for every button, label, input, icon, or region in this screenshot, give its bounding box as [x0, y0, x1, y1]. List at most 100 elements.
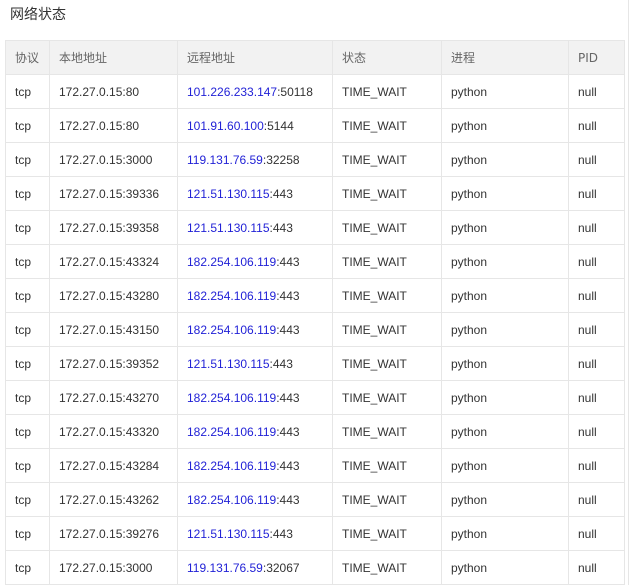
cell-state: TIME_WAIT: [332, 448, 442, 483]
cell-local-address: 172.27.0.15:43320: [49, 414, 178, 449]
remote-ip: 121.51.130.115: [187, 220, 270, 235]
cell-remote-address: 182.254.106.119:443: [177, 482, 333, 517]
cell-state: TIME_WAIT: [332, 210, 442, 245]
remote-ip: 119.131.76.59: [187, 152, 263, 167]
cell-pid: null: [568, 448, 625, 483]
cell-remote-address: 182.254.106.119:443: [177, 448, 333, 483]
cell-state: TIME_WAIT: [332, 176, 442, 211]
cell-state: TIME_WAIT: [332, 380, 442, 415]
cell-remote-address: 182.254.106.119:443: [177, 414, 333, 449]
remote-port: :443: [269, 186, 293, 201]
table-header-row: 协议 本地地址 远程地址 状态 进程 PID: [5, 40, 625, 75]
cell-pid: null: [568, 346, 625, 381]
table-row: tcp 172.27.0.15:3000 119.131.76.59:32067 TI…: [5, 550, 625, 585]
cell-state: TIME_WAIT: [332, 482, 442, 517]
remote-port: :443: [276, 458, 300, 473]
cell-state: TIME_WAIT: [332, 414, 442, 449]
cell-local-address: 172.27.0.15:43284: [49, 448, 178, 483]
cell-process: python: [441, 346, 569, 381]
table-row: tcp 172.27.0.15:43284 182.254.106.119:443 T…: [5, 448, 625, 483]
cell-local-address: 172.27.0.15:80: [49, 108, 178, 143]
cell-local-address: 172.27.0.15:3000: [49, 142, 178, 177]
column-header-pid: PID: [568, 40, 625, 75]
column-header-remote-address: 远程地址: [177, 40, 333, 75]
remote-ip: 182.254.106.119: [187, 492, 277, 507]
remote-port: :443: [276, 322, 300, 337]
table-row: tcp 172.27.0.15:80 101.91.60.100:5144 TIME_…: [5, 108, 625, 143]
cell-process: python: [441, 482, 569, 517]
cell-protocol: tcp: [5, 516, 50, 551]
cell-pid: null: [568, 516, 625, 551]
cell-process: python: [441, 142, 569, 177]
panel-title: 网络状态: [10, 7, 66, 23]
cell-process: python: [441, 516, 569, 551]
cell-state: TIME_WAIT: [332, 550, 442, 585]
cell-protocol: tcp: [5, 346, 50, 381]
remote-port: :443: [276, 254, 300, 269]
remote-port: :5144: [263, 118, 294, 133]
cell-pid: null: [568, 210, 625, 245]
cell-remote-address: 121.51.130.115:443: [177, 176, 333, 211]
table-row: tcp 172.27.0.15:39276 121.51.130.115:443 TI…: [5, 516, 625, 551]
cell-remote-address: 101.226.233.147:50118: [177, 74, 333, 109]
cell-process: python: [441, 210, 569, 245]
cell-process: python: [441, 244, 569, 279]
table-body: tcp 172.27.0.15:80 101.226.233.147:50118 TI…: [5, 74, 625, 585]
cell-pid: null: [568, 550, 625, 585]
cell-local-address: 172.27.0.15:3000: [49, 550, 178, 585]
cell-remote-address: 121.51.130.115:443: [177, 346, 333, 381]
cell-state: TIME_WAIT: [332, 108, 442, 143]
cell-local-address: 172.27.0.15:43280: [49, 278, 178, 313]
cell-protocol: tcp: [5, 210, 50, 245]
cell-protocol: tcp: [5, 278, 50, 313]
cell-protocol: tcp: [5, 380, 50, 415]
remote-ip: 182.254.106.119: [187, 390, 277, 405]
table-row: tcp 172.27.0.15:43280 182.254.106.119:443 T…: [5, 278, 625, 313]
remote-ip: 182.254.106.119: [187, 288, 277, 303]
column-header-process: 进程: [441, 40, 569, 75]
cell-pid: null: [568, 142, 625, 177]
cell-local-address: 172.27.0.15:43262: [49, 482, 178, 517]
cell-local-address: 172.27.0.15:39358: [49, 210, 178, 245]
cell-protocol: tcp: [5, 414, 50, 449]
cell-pid: null: [568, 380, 625, 415]
remote-port: :32258: [262, 152, 300, 167]
cell-local-address: 172.27.0.15:43270: [49, 380, 178, 415]
remote-ip: 101.226.233.147: [187, 84, 278, 99]
table-header: 协议 本地地址 远程地址 状态 进程 PID: [5, 40, 625, 75]
cell-remote-address: 182.254.106.119:443: [177, 380, 333, 415]
cell-protocol: tcp: [5, 244, 50, 279]
cell-process: python: [441, 380, 569, 415]
remote-port: :443: [269, 356, 293, 371]
remote-port: :443: [269, 220, 293, 235]
cell-state: TIME_WAIT: [332, 74, 442, 109]
remote-ip: 182.254.106.119: [187, 458, 277, 473]
cell-process: python: [441, 414, 569, 449]
remote-ip: 182.254.106.119: [187, 424, 277, 439]
remote-ip: 101.91.60.100: [187, 118, 264, 133]
table-row: tcp 172.27.0.15:43150 182.254.106.119:443 T…: [5, 312, 625, 347]
cell-state: TIME_WAIT: [332, 142, 442, 177]
cell-pid: null: [568, 108, 625, 143]
remote-ip: 121.51.130.115: [187, 356, 270, 371]
table-row: tcp 172.27.0.15:43262 182.254.106.119:443 T…: [5, 482, 625, 517]
table-row: tcp 172.27.0.15:43320 182.254.106.119:443 T…: [5, 414, 625, 449]
column-header-local-address: 本地地址: [49, 40, 178, 75]
remote-port: :443: [276, 424, 300, 439]
remote-ip: 182.254.106.119: [187, 254, 277, 269]
cell-process: python: [441, 278, 569, 313]
cell-protocol: tcp: [5, 142, 50, 177]
cell-remote-address: 182.254.106.119:443: [177, 278, 333, 313]
table-row: tcp 172.27.0.15:3000 119.131.76.59:32258 TI…: [5, 142, 625, 177]
cell-protocol: tcp: [5, 74, 50, 109]
cell-pid: null: [568, 414, 625, 449]
cell-remote-address: 182.254.106.119:443: [177, 244, 333, 279]
table-row: tcp 172.27.0.15:39358 121.51.130.115:443 TI…: [5, 210, 625, 245]
remote-ip: 121.51.130.115: [187, 526, 270, 541]
cell-state: TIME_WAIT: [332, 346, 442, 381]
remote-port: :443: [276, 288, 300, 303]
cell-pid: null: [568, 176, 625, 211]
cell-process: python: [441, 550, 569, 585]
cell-state: TIME_WAIT: [332, 312, 442, 347]
cell-pid: null: [568, 278, 625, 313]
